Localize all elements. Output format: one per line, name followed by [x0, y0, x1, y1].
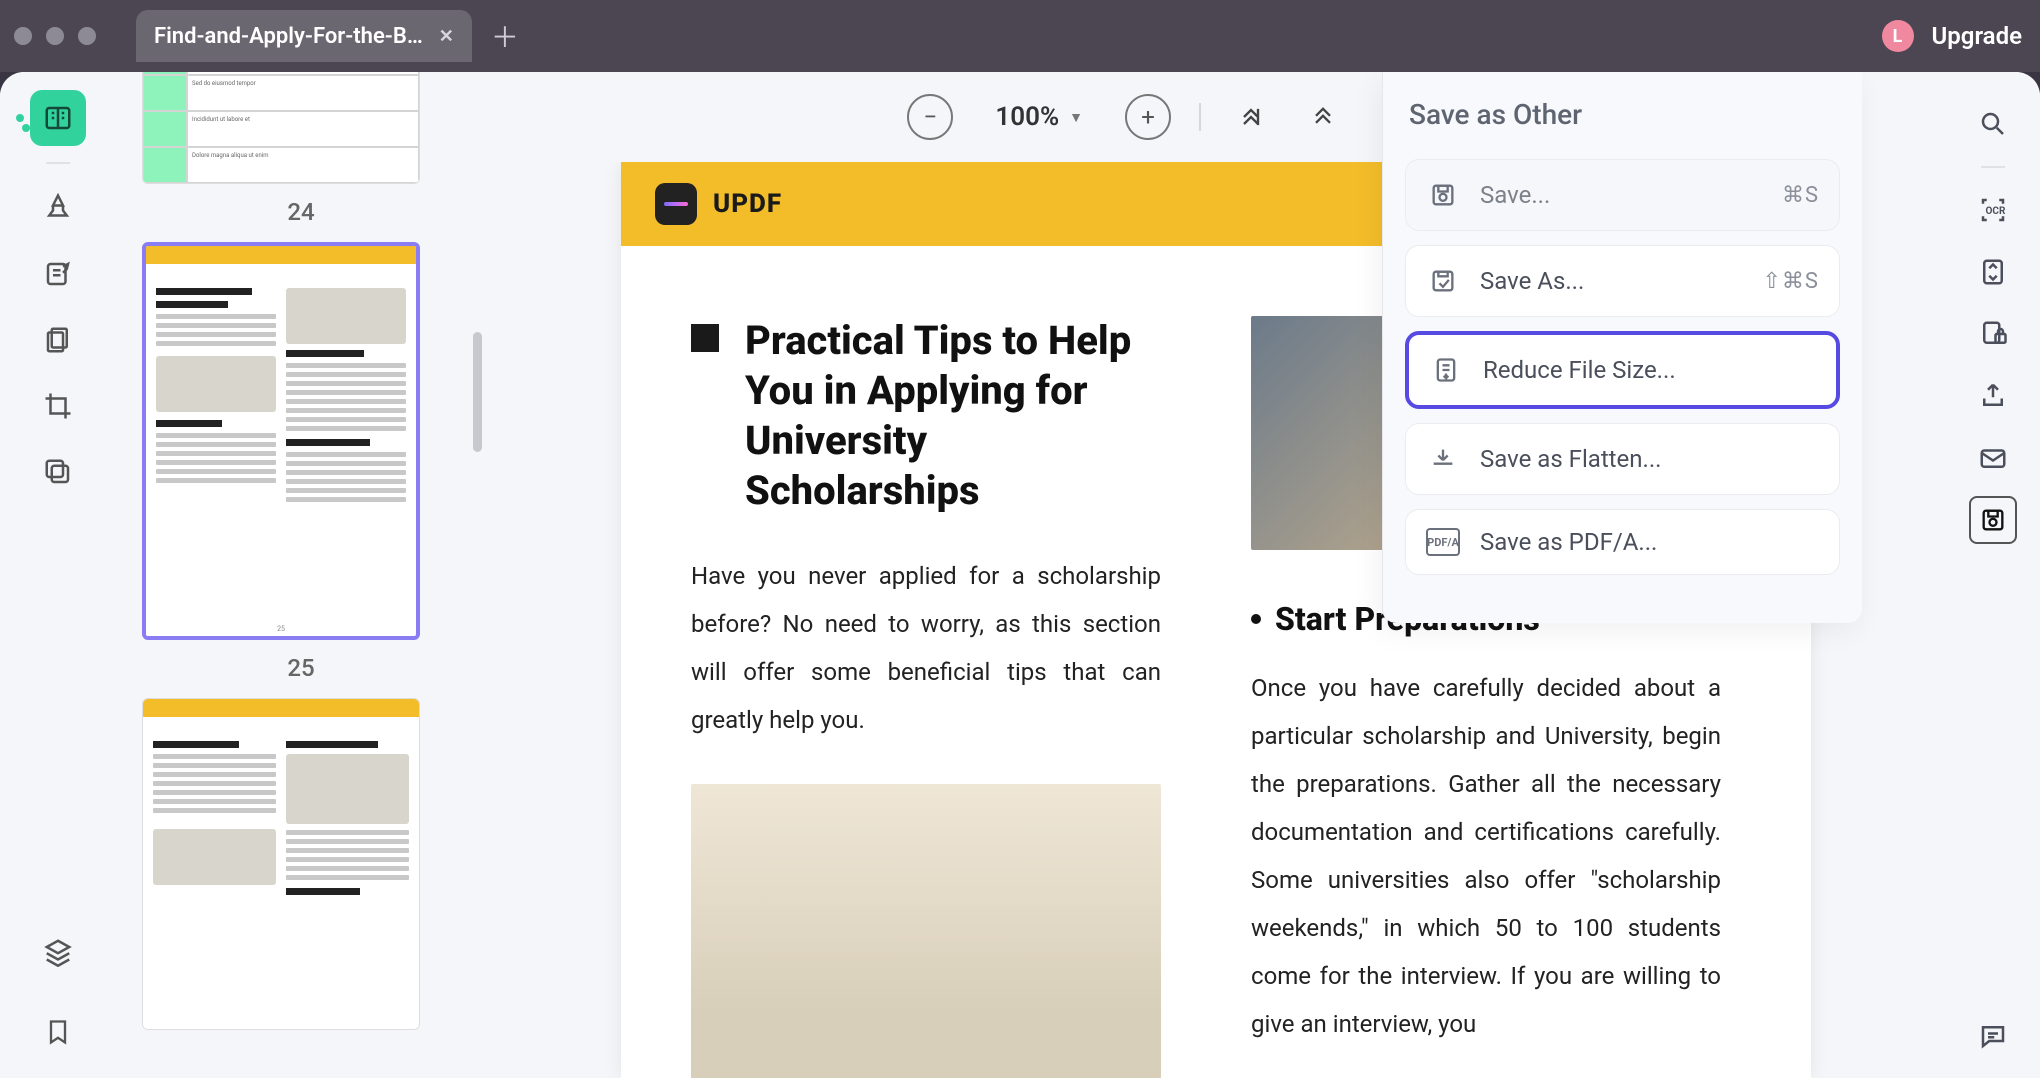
thumbnail-label: 25 [142, 654, 460, 682]
panel-title: Save as Other [1405, 98, 1840, 131]
convert-button[interactable] [1969, 248, 2017, 296]
right-toolbar: OCR [1946, 72, 2040, 1078]
content-image [691, 784, 1161, 1078]
zoom-in-button[interactable]: + [1125, 94, 1171, 140]
email-button[interactable] [1969, 434, 2017, 482]
thumbnail-item[interactable] [142, 698, 460, 1030]
brand-logo-icon [655, 183, 697, 225]
brand-name: UPDF [713, 189, 782, 219]
intro-paragraph: Have you never applied for a scholarship… [691, 552, 1161, 744]
window-controls [14, 27, 96, 45]
save-icon [1426, 178, 1460, 212]
comments-button[interactable] [1969, 1012, 2017, 1060]
shortcut-label: ⌘S [1782, 183, 1819, 208]
save-other-button[interactable] [1969, 496, 2017, 544]
reader-mode-button[interactable] [30, 90, 86, 146]
prev-page-button[interactable] [1301, 95, 1345, 139]
save-as-icon [1426, 264, 1460, 298]
upgrade-button[interactable]: Upgrade [1932, 22, 2022, 50]
save-as-other-panel: Save as Other Save... ⌘S Save As... ⇧⌘S [1382, 72, 1862, 623]
edit-text-button[interactable] [30, 246, 86, 302]
menu-label: Save as Flatten... [1480, 445, 1819, 473]
separator [46, 162, 70, 164]
menu-item-save-as[interactable]: Save As... ⇧⌘S [1405, 245, 1840, 317]
thumbnail-label: 24 [142, 198, 460, 226]
main-area: − 100% ▼ + / 30 UPDF [486, 72, 1946, 1078]
thumbnail-24[interactable]: Lorem ipsum dolor sit amet Consectetur a… [142, 72, 420, 184]
compress-icon [1429, 353, 1463, 387]
batch-tool-button[interactable] [30, 444, 86, 500]
thumbnail-panel: Lorem ipsum dolor sit amet Consectetur a… [116, 72, 486, 1078]
tab-title: Find-and-Apply-For-the-B… [154, 24, 423, 49]
heading-bullet-icon [691, 324, 719, 352]
section-body: Once you have carefully decided about a … [1251, 664, 1721, 1048]
new-tab-button[interactable]: ＋ [482, 13, 528, 59]
separator [1981, 166, 2005, 168]
menu-label: Reduce File Size... [1483, 356, 1816, 384]
pdfa-icon: PDF/A [1426, 528, 1460, 556]
page-heading: Practical Tips to Help You in Applying f… [745, 316, 1161, 516]
thumbnail-item[interactable]: Lorem ipsum dolor sit amet Consectetur a… [142, 72, 460, 226]
thumbnail-25[interactable]: 25 [142, 242, 420, 640]
zoom-select[interactable]: 100% ▼ [981, 102, 1097, 132]
thumbnail-26[interactable] [142, 698, 420, 1030]
highlight-tool-button[interactable] [30, 180, 86, 236]
zoom-value: 100% [995, 102, 1059, 132]
separator [1199, 103, 1201, 131]
window-titlebar: Find-and-Apply-For-the-B… ✕ ＋ L Upgrade [0, 0, 2040, 72]
menu-item-save-flatten[interactable]: Save as Flatten... [1405, 423, 1840, 495]
first-page-button[interactable] [1229, 95, 1273, 139]
crop-tool-button[interactable] [30, 378, 86, 434]
svg-text:OCR: OCR [1986, 206, 2006, 217]
menu-item-save[interactable]: Save... ⌘S [1405, 159, 1840, 231]
flatten-icon [1426, 442, 1460, 476]
chevron-down-icon: ▼ [1069, 109, 1083, 126]
menu-label: Save As... [1480, 267, 1743, 295]
zoom-out-button[interactable]: − [907, 94, 953, 140]
app-body: Lorem ipsum dolor sit amet Consectetur a… [0, 72, 2040, 1078]
window-max-btn[interactable] [78, 27, 96, 45]
window-min-btn[interactable] [46, 27, 64, 45]
tab-close-icon[interactable]: ✕ [439, 26, 454, 47]
search-button[interactable] [1969, 100, 2017, 148]
active-tool-indicator [22, 124, 30, 132]
tab-strip: Find-and-Apply-For-the-B… ✕ ＋ [136, 10, 528, 62]
ocr-button[interactable]: OCR [1969, 186, 2017, 234]
left-toolbar [0, 72, 116, 1078]
menu-label: Save as PDF/A... [1480, 528, 1819, 556]
shortcut-label: ⇧⌘S [1763, 269, 1820, 294]
share-button[interactable] [1969, 372, 2017, 420]
protect-button[interactable] [1969, 310, 2017, 358]
layers-button[interactable] [30, 924, 86, 980]
menu-item-save-pdfa[interactable]: PDF/A Save as PDF/A... [1405, 509, 1840, 575]
thumbnail-item[interactable]: 25 25 [142, 242, 460, 682]
header-right: L Upgrade [1882, 20, 2022, 52]
organize-pages-button[interactable] [30, 312, 86, 368]
window-close-btn[interactable] [14, 27, 32, 45]
account-avatar[interactable]: L [1882, 20, 1914, 52]
bookmarks-button[interactable] [30, 1004, 86, 1060]
document-tab[interactable]: Find-and-Apply-For-the-B… ✕ [136, 10, 472, 62]
menu-label: Save... [1480, 181, 1762, 209]
menu-item-reduce-file-size[interactable]: Reduce File Size... [1405, 331, 1840, 409]
thumbnail-scrollbar[interactable] [473, 332, 482, 452]
